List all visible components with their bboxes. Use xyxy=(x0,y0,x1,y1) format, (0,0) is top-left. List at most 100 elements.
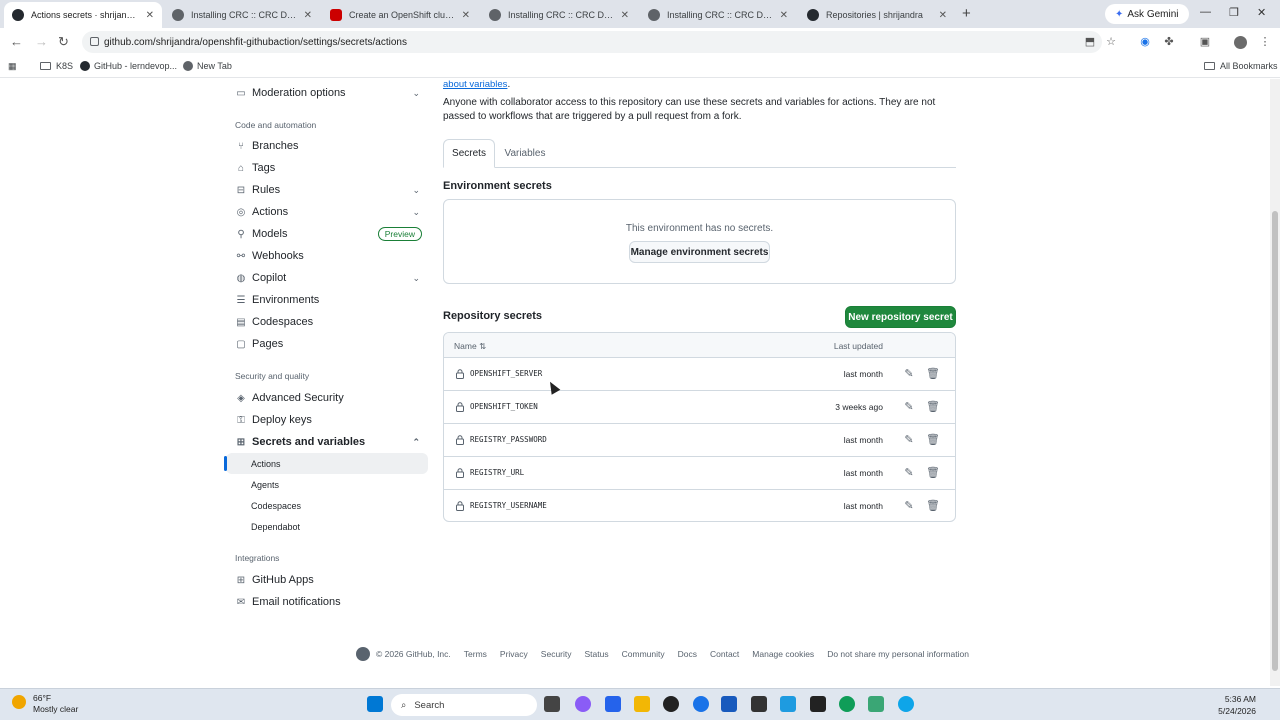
all-bookmarks[interactable]: All Bookmarks xyxy=(1204,61,1278,71)
menu-kebab-icon[interactable]: ⋮ xyxy=(1259,36,1271,48)
weather-widget[interactable]: 66°F Mostly clear xyxy=(12,693,78,715)
footer-link[interactable]: Status xyxy=(585,649,609,659)
site-info-icon[interactable] xyxy=(90,37,99,46)
app-icon[interactable] xyxy=(663,696,679,712)
close-tab-icon[interactable]: ✕ xyxy=(146,10,154,21)
browser-tab[interactable]: Installing CRC :: CRC Document ✕ xyxy=(164,2,320,28)
forward-icon[interactable]: → xyxy=(35,34,48,49)
notepad-icon[interactable] xyxy=(780,696,796,712)
sidebar-item-branches[interactable]: ⑂ Branches xyxy=(226,135,428,157)
store-icon[interactable] xyxy=(605,696,621,712)
extensions-puzzle-icon[interactable]: ✤ xyxy=(1163,36,1175,48)
sidebar-item-pages[interactable]: ▢ Pages xyxy=(226,333,428,355)
sidebar-item-tags[interactable]: ⌂ Tags xyxy=(226,157,428,179)
sidebar-item-deploy-keys[interactable]: ⚿ Deploy keys xyxy=(226,409,428,431)
close-tab-icon[interactable]: ✕ xyxy=(780,10,788,21)
browser-icon: ▢ xyxy=(236,338,246,350)
browser-tab[interactable]: Actions secrets · shrijandra/ope ✕ xyxy=(4,2,162,28)
app-icon[interactable] xyxy=(810,696,826,712)
profile-avatar[interactable] xyxy=(1234,36,1247,49)
sidebar-subitem-actions[interactable]: Actions xyxy=(224,453,428,474)
pencil-icon[interactable]: ✎ xyxy=(902,466,916,480)
github-icon xyxy=(12,9,24,21)
bookmark-k8s[interactable]: K8S xyxy=(40,61,73,71)
terminal-icon[interactable] xyxy=(751,696,767,712)
pencil-icon[interactable]: ✎ xyxy=(902,400,916,414)
word-icon[interactable] xyxy=(721,696,737,712)
sidebar-item-moderation[interactable]: ▭ Moderation options ⌄ xyxy=(226,82,428,104)
name-column-header[interactable]: Name ⇅ xyxy=(454,341,486,352)
sidebar-item-copilot[interactable]: ◍ Copilot ⌄ xyxy=(226,267,428,289)
install-app-icon[interactable]: ⬒ xyxy=(1084,36,1096,48)
trash-icon[interactable]: 🗑 xyxy=(926,400,940,414)
extension-icon[interactable]: ◉ xyxy=(1139,36,1151,48)
chrome-icon[interactable] xyxy=(693,696,709,712)
ask-gemini-button[interactable]: ✦ Ask Gemini xyxy=(1105,4,1189,24)
sidebar-item-environments[interactable]: ☰ Environments xyxy=(226,289,428,311)
about-variables-link[interactable]: about variables xyxy=(443,79,507,90)
close-window-icon[interactable]: ✕ xyxy=(1257,6,1266,19)
maximize-icon[interactable]: ❐ xyxy=(1229,6,1239,19)
page-scrollbar[interactable] xyxy=(1270,79,1280,686)
footer-link[interactable]: Privacy xyxy=(500,649,528,659)
footer-link[interactable]: Contact xyxy=(710,649,739,659)
windows-start-icon[interactable] xyxy=(367,696,383,712)
manage-environment-secrets-button[interactable]: Manage environment secrets xyxy=(629,241,770,263)
tab-secrets[interactable]: Secrets xyxy=(443,139,495,168)
footer-link[interactable]: Docs xyxy=(678,649,697,659)
address-bar[interactable]: github.com/shrijandra/openshfit-githubac… xyxy=(82,31,1102,53)
sidebar-subitem-agents[interactable]: Agents xyxy=(226,474,428,495)
sidebar-item-webhooks[interactable]: ⚯ Webhooks xyxy=(226,245,428,267)
bookmark-github[interactable]: GitHub - lerndevop... xyxy=(80,61,177,71)
sidebar-item-email-notifications[interactable]: ✉ Email notifications xyxy=(226,591,428,613)
sidebar-item-actions[interactable]: ◎ Actions ⌄ xyxy=(226,201,428,223)
close-tab-icon[interactable]: ✕ xyxy=(939,10,947,21)
close-tab-icon[interactable]: ✕ xyxy=(462,10,470,21)
copilot-app-icon[interactable] xyxy=(575,696,591,712)
bookmark-new-tab[interactable]: New Tab xyxy=(183,61,232,71)
app-icon[interactable] xyxy=(898,696,914,712)
sidebar-subitem-dependabot[interactable]: Dependabot xyxy=(226,516,428,537)
sidebar-item-codespaces[interactable]: ▤ Codespaces xyxy=(226,311,428,333)
sidebar-item-models[interactable]: ⚲ Models Preview xyxy=(226,223,428,245)
reload-icon[interactable]: ↻ xyxy=(58,34,69,50)
trash-icon[interactable]: 🗑 xyxy=(926,433,940,447)
browser-tab[interactable]: Installing CRC :: CRC Document ✕ xyxy=(481,2,637,28)
sidebar-item-rules[interactable]: ⊟ Rules ⌄ xyxy=(226,179,428,201)
pencil-icon[interactable]: ✎ xyxy=(902,499,916,513)
task-view-icon[interactable] xyxy=(544,696,560,712)
footer-link[interactable]: Manage cookies xyxy=(752,649,814,659)
app-icon[interactable] xyxy=(868,696,884,712)
close-tab-icon[interactable]: ✕ xyxy=(304,10,312,21)
close-tab-icon[interactable]: ✕ xyxy=(621,10,629,21)
edge-icon[interactable] xyxy=(839,696,855,712)
sidebar-item-secrets-variables[interactable]: ⊞ Secrets and variables ⌃ xyxy=(226,431,428,453)
footer-link[interactable]: Terms xyxy=(464,649,487,659)
pencil-icon[interactable]: ✎ xyxy=(902,367,916,381)
taskbar-clock[interactable]: 5:36 AM 5/24/2026 xyxy=(1218,693,1256,717)
new-repository-secret-button[interactable]: New repository secret xyxy=(845,306,956,328)
pencil-icon[interactable]: ✎ xyxy=(902,433,916,447)
trash-icon[interactable]: 🗑 xyxy=(926,466,940,480)
sidebar-subitem-codespaces[interactable]: Codespaces xyxy=(226,495,428,516)
browser-tab[interactable]: Repositories | shrijandra ✕ xyxy=(799,2,955,28)
footer-link[interactable]: Community xyxy=(622,649,665,659)
back-icon[interactable]: ← xyxy=(10,34,23,49)
sidebar-item-github-apps[interactable]: ⊞ GitHub Apps xyxy=(226,569,428,591)
footer-link[interactable]: Do not share my personal information xyxy=(827,649,969,659)
side-panel-icon[interactable]: ▣ xyxy=(1199,36,1211,48)
trash-icon[interactable]: 🗑 xyxy=(926,367,940,381)
browser-tab[interactable]: Create an OpenShift cluster | Re ✕ xyxy=(322,2,478,28)
scrollbar-thumb[interactable] xyxy=(1272,211,1278,671)
tab-variables[interactable]: Variables xyxy=(497,139,553,168)
footer-link[interactable]: Security xyxy=(541,649,572,659)
bookmark-star-icon[interactable]: ☆ xyxy=(1105,36,1117,48)
trash-icon[interactable]: 🗑 xyxy=(926,499,940,513)
taskbar-search[interactable]: ⌕ Search xyxy=(391,694,537,716)
browser-tab[interactable]: Installing CRC :: CRC Document ✕ xyxy=(640,2,796,28)
sidebar-item-advanced-security[interactable]: ◈ Advanced Security xyxy=(226,387,428,409)
file-explorer-icon[interactable] xyxy=(634,696,650,712)
minimize-icon[interactable]: — xyxy=(1200,6,1211,18)
apps-grid-icon[interactable]: ▦ xyxy=(8,61,17,72)
new-tab-button[interactable]: + xyxy=(962,5,971,22)
